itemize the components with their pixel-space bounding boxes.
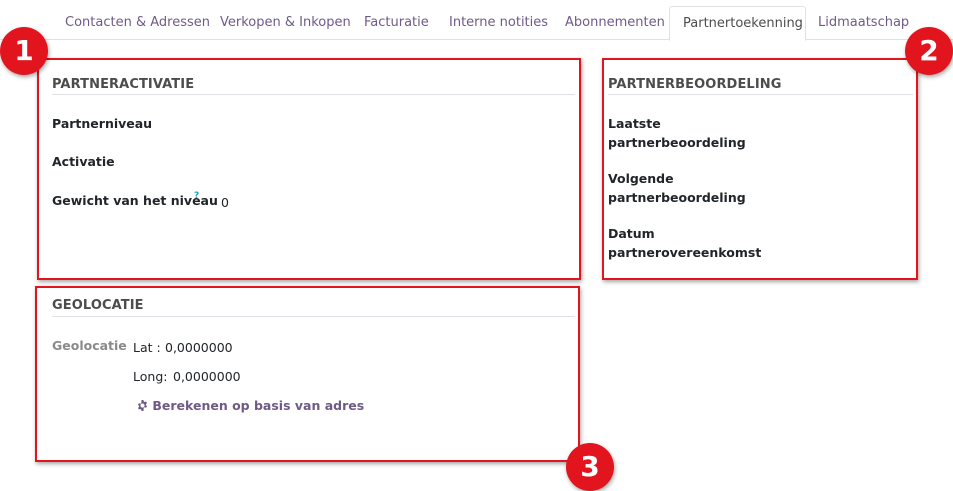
- annotation-badge-2: 2: [905, 27, 953, 75]
- annotation-box-1: [37, 58, 581, 280]
- notebook-tabs: Contacten & Adressen Verkopen & Inkopen …: [0, 6, 953, 41]
- tab-abonnementen[interactable]: Abonnementen: [552, 6, 678, 40]
- tab-facturatie[interactable]: Facturatie: [351, 6, 442, 40]
- tab-lidmaatschap[interactable]: Lidmaatschap: [805, 6, 922, 40]
- tab-verkopen-inkopen[interactable]: Verkopen & Inkopen: [207, 6, 364, 40]
- annotation-box-2: [602, 58, 918, 280]
- tab-contacten-adressen[interactable]: Contacten & Adressen: [52, 6, 223, 40]
- tab-interne-notities[interactable]: Interne notities: [436, 6, 561, 40]
- tab-partnertoekenning[interactable]: Partnertoekenning: [669, 6, 806, 41]
- annotation-box-3: [35, 286, 580, 462]
- annotation-badge-3: 3: [566, 443, 614, 491]
- annotation-badge-1: 1: [0, 27, 48, 75]
